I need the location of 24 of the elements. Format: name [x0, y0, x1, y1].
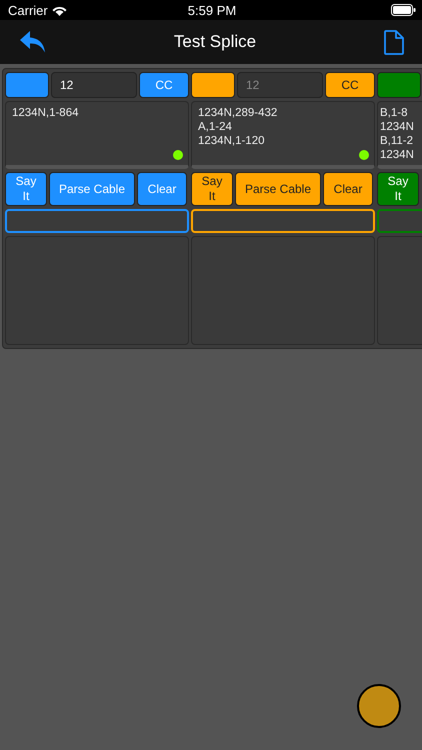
cable-list-text: B,1-8 1234N B,11-2 1234N — [380, 106, 415, 162]
battery-icon — [390, 4, 416, 16]
count-field[interactable]: 12 — [51, 72, 137, 98]
wifi-icon — [52, 4, 67, 16]
screen-title: Test Splice — [174, 32, 256, 52]
clear-button[interactable]: Clear — [323, 172, 373, 206]
cable-list-text: 1234N,1-864 — [12, 106, 80, 120]
count-field[interactable]: 12 — [237, 72, 323, 98]
input-field[interactable] — [191, 209, 375, 233]
say-it-button[interactable]: Say It — [191, 172, 233, 206]
floating-action-button[interactable] — [357, 684, 401, 728]
cc-button[interactable]: CC — [325, 72, 375, 98]
color-swatch-button[interactable] — [377, 72, 421, 98]
input-field[interactable] — [5, 209, 189, 233]
cable-list-text: 1234N,289-432 A,1-24 1234N,1-120 — [198, 106, 278, 148]
say-it-button[interactable]: Say It — [377, 172, 419, 206]
color-swatch-button[interactable] — [191, 72, 235, 98]
parse-cable-button[interactable]: Parse Cable — [235, 172, 321, 206]
document-icon[interactable] — [384, 30, 404, 54]
reply-icon[interactable] — [20, 31, 46, 53]
color-swatch-button[interactable] — [5, 72, 49, 98]
input-field[interactable] — [377, 209, 422, 233]
carrier-label: Carrier — [8, 2, 48, 18]
time-label: 5:59 PM — [188, 2, 236, 18]
